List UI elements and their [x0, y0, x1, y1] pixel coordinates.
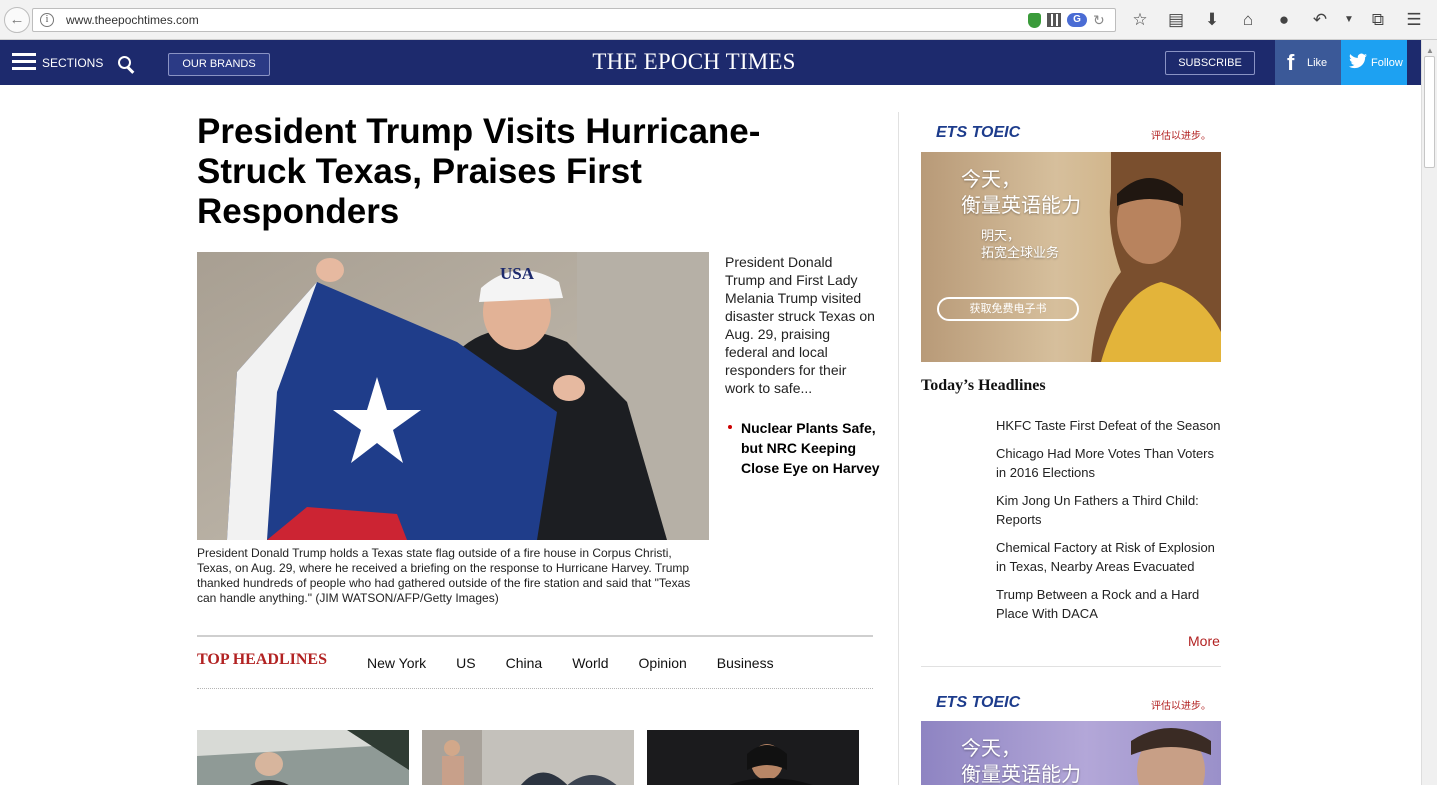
tab-new-york[interactable]: New York [367, 655, 426, 671]
tab-us[interactable]: US [456, 655, 475, 671]
bookmark-star-icon[interactable]: ☆ [1126, 8, 1154, 32]
g-extension-icon[interactable]: G [1067, 13, 1087, 27]
subscribe-button[interactable]: SUBSCRIBE [1165, 51, 1255, 75]
facebook-icon: f [1287, 50, 1295, 75]
list-item[interactable]: Kim Jong Un Fathers a Third Child: Repor… [996, 491, 1224, 529]
page-scrollbar[interactable]: ▲ [1421, 40, 1437, 785]
ad-headline: 今天， 衡量英语能力 [961, 736, 1081, 785]
menu-icon[interactable]: ☰ [1400, 8, 1428, 32]
ad-subline: 明天， 拓宽全球业务 [981, 229, 1060, 261]
list-item[interactable]: Chicago Had More Votes Than Voters in 20… [996, 444, 1224, 482]
headline-thumbnail[interactable] [197, 730, 409, 785]
hamburger-icon[interactable] [12, 53, 36, 71]
toeic-ad-banner[interactable]: 今天， 衡量英语能力 [921, 721, 1221, 785]
address-bar[interactable]: i www.theepochtimes.com G ↻ [32, 8, 1116, 32]
todays-headlines-title: Today’s Headlines [921, 377, 1046, 394]
twitter-follow-label: Follow [1371, 57, 1403, 69]
tabs-dotted-divider [197, 688, 873, 689]
url-text: www.theepochtimes.com [66, 13, 199, 27]
our-brands-button[interactable]: OUR BRANDS [168, 53, 270, 76]
image-caption: President Donald Trump holds a Texas sta… [197, 546, 691, 605]
ets-toeic-logo[interactable]: ETS TOEIC [936, 124, 1020, 142]
ad-header: ETS TOEIC 评估以进步。 [921, 113, 1221, 151]
tab-opinion[interactable]: Opinion [639, 655, 687, 671]
thumbnail-photo-2 [422, 730, 634, 785]
home-icon[interactable]: ⌂ [1234, 8, 1262, 32]
thumbnail-photo-1 [197, 730, 409, 785]
site-header: SECTIONS OUR BRANDS THE EPOCH TIMES SUBS… [0, 40, 1421, 85]
back-arrow-icon[interactable]: ← [4, 7, 30, 33]
hero-photo-illustration [197, 252, 709, 540]
tab-china[interactable]: China [506, 655, 543, 671]
thumbnail-photo-3 [647, 730, 859, 785]
browser-window: ← i www.theepochtimes.com G ↻ ☆ ▤ ⬇ ⌂ ● … [0, 0, 1437, 785]
info-icon[interactable]: i [40, 13, 54, 27]
crop-icon[interactable]: ⧉ [1364, 8, 1392, 32]
undo-icon[interactable]: ↶ [1306, 8, 1334, 32]
headline-thumbnail[interactable] [647, 730, 859, 785]
ad-header: ETS TOEIC 评估以进步。 [921, 683, 1221, 721]
toeic-ad-banner[interactable]: 今天， 衡量英语能力 明天， 拓宽全球业务 获取免费电子书 [921, 152, 1221, 362]
article-summary[interactable]: President Donald Trump and First Lady Me… [725, 253, 875, 397]
chat-icon[interactable]: ● [1270, 8, 1298, 32]
twitter-bird-icon [1349, 53, 1367, 69]
section-divider [197, 635, 873, 637]
download-icon[interactable]: ⬇ [1198, 8, 1226, 32]
ad-tagline: 评估以进步。 [1151, 701, 1211, 712]
article-headline[interactable]: President Trump Visits Hurricane-Struck … [197, 112, 837, 232]
address-bar-icons: G ↻ [1028, 12, 1109, 28]
ad-tagline: 评估以进步。 [1151, 131, 1211, 142]
top-headlines-tabs: New York US China World Opinion Business [367, 655, 774, 671]
bullet-dot-icon [728, 425, 732, 429]
dropdown-arrow-icon[interactable]: ▼ [1342, 8, 1356, 32]
usa-cap-text: USA [500, 264, 535, 283]
ad-cta-button[interactable]: 获取免费电子书 [937, 297, 1079, 321]
browser-tools: ☆ ▤ ⬇ ⌂ ● ↶ ▼ ⧉ ☰ [1126, 8, 1428, 32]
facebook-like-label: Like [1307, 57, 1328, 69]
list-item[interactable]: Chemical Factory at Risk of Explosion in… [996, 538, 1224, 576]
sections-link[interactable]: SECTIONS [42, 56, 103, 70]
column-divider [898, 112, 899, 785]
qr-code-icon[interactable] [1047, 13, 1061, 27]
ad-headline: 今天， 衡量英语能力 [961, 167, 1081, 217]
facebook-like-button[interactable]: f Like [1275, 40, 1341, 85]
list-item[interactable]: HKFC Taste First Defeat of the Season [996, 416, 1224, 435]
twitter-follow-button[interactable]: Follow [1341, 40, 1407, 85]
scroll-thumb[interactable] [1424, 56, 1435, 168]
ets-toeic-logo[interactable]: ETS TOEIC [936, 694, 1020, 712]
todays-headlines-list: HKFC Taste First Defeat of the Season Ch… [996, 416, 1224, 632]
related-article-link[interactable]: Nuclear Plants Safe, but NRC Keeping Clo… [741, 418, 881, 478]
tab-business[interactable]: Business [717, 655, 774, 671]
tab-world[interactable]: World [572, 655, 608, 671]
scroll-up-arrow-icon[interactable]: ▲ [1426, 46, 1434, 55]
headline-thumbnail[interactable] [422, 730, 634, 785]
more-link[interactable]: More [1188, 633, 1220, 649]
search-icon[interactable] [118, 56, 136, 74]
reading-list-icon[interactable]: ▤ [1162, 8, 1190, 32]
right-column-divider [921, 666, 1221, 667]
reload-icon[interactable]: ↻ [1093, 12, 1109, 28]
top-headlines-title[interactable]: TOP HEADLINES [197, 651, 327, 669]
site-logo[interactable]: THE EPOCH TIMES [560, 49, 828, 75]
shield-icon[interactable] [1028, 12, 1041, 28]
article-hero-image[interactable]: USA [197, 252, 709, 540]
browser-toolbar: ← i www.theepochtimes.com G ↻ ☆ ▤ ⬇ ⌂ ● … [0, 0, 1437, 40]
list-item[interactable]: Trump Between a Rock and a Hard Place Wi… [996, 585, 1224, 623]
